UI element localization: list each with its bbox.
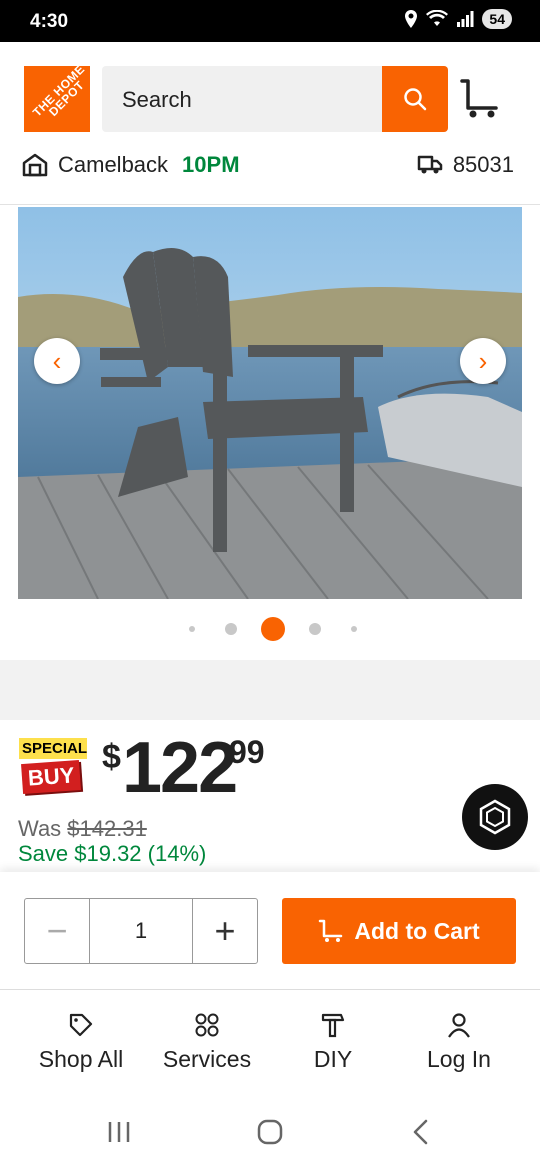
hexagon-assistant-icon [479, 799, 511, 835]
price-cents: 99 [229, 734, 265, 770]
nav-diy[interactable]: DIY [268, 1010, 398, 1073]
zip-code: 85031 [452, 152, 514, 177]
chair-photo-illustration [18, 207, 522, 599]
was-price: $142.31 [67, 816, 147, 841]
nav-services[interactable]: Services [142, 1010, 272, 1073]
grid-icon [195, 1013, 219, 1037]
nav-log-in[interactable]: Log In [394, 1010, 524, 1073]
increase-quantity-button[interactable]: + [193, 899, 257, 963]
logo-text: THE HOME DEPOT [29, 66, 88, 120]
search-icon [404, 88, 427, 111]
cart-icon [319, 919, 343, 942]
price-currency: $ [102, 738, 121, 776]
decrease-quantity-button[interactable]: − [25, 899, 89, 963]
product-image[interactable] [18, 207, 522, 599]
gallery-next-button[interactable]: › [460, 338, 506, 384]
gallery-dots [0, 617, 540, 641]
nav-shop-all-label: Shop All [38, 1046, 124, 1072]
store-selector[interactable]: Camelback 10PM [22, 152, 240, 178]
search-bar[interactable]: Search [102, 66, 448, 132]
app-header: THE HOME DEPOT Search Camelback 10PM 850… [0, 42, 540, 204]
nav-log-in-label: Log In [427, 1046, 491, 1072]
gallery-dot[interactable] [225, 623, 237, 635]
home-depot-logo[interactable]: THE HOME DEPOT [24, 66, 90, 132]
signal-icon [457, 11, 474, 27]
minus-icon: − [46, 910, 68, 951]
location-icon [405, 10, 418, 28]
search-button[interactable] [382, 66, 448, 132]
chevron-right-icon: › [478, 345, 488, 376]
buy-badge: BUY [21, 759, 82, 795]
store-hours: 10PM [182, 152, 240, 177]
status-time: 4:30 [30, 11, 69, 32]
gallery-prev-button[interactable]: ‹ [34, 338, 80, 384]
store-name: Camelback [58, 152, 169, 177]
special-badge: SPECIAL [19, 738, 87, 759]
back-icon[interactable] [410, 1119, 432, 1145]
price-dollars: 122 [122, 728, 238, 808]
add-to-cart-label: Add to Cart [354, 917, 480, 944]
add-to-cart-bar: − 1 + Add to Cart [0, 872, 540, 990]
was-price-line: Was $142.31 [18, 816, 147, 842]
nav-services-label: Services [162, 1046, 252, 1072]
wifi-icon [426, 10, 449, 26]
truck-icon [417, 155, 443, 174]
chevron-left-icon: ‹ [52, 345, 62, 376]
bottom-navigation: Shop All Services DIY Log In [0, 990, 540, 1090]
price-section: SPECIAL BUY $ 122 99 Was $142.31 Save $1… [0, 720, 540, 870]
tag-icon [69, 1013, 93, 1037]
recent-apps-icon[interactable] [106, 1120, 132, 1144]
quantity-stepper: − 1 + [24, 898, 258, 964]
section-divider [0, 660, 540, 720]
person-icon [448, 1013, 470, 1038]
gallery-dot[interactable] [309, 623, 321, 635]
gallery-dot-active[interactable] [261, 617, 285, 641]
cart-button[interactable] [458, 78, 502, 120]
cart-icon [460, 79, 498, 118]
assistant-button[interactable] [462, 784, 528, 850]
gallery-dot[interactable] [189, 626, 195, 632]
quantity-input[interactable]: 1 [89, 899, 193, 963]
search-input[interactable]: Search [122, 87, 192, 113]
product-gallery: ‹ › [0, 204, 540, 660]
store-icon [22, 153, 48, 177]
plus-icon: + [214, 910, 236, 951]
status-bar: 4:30 54 [0, 0, 540, 42]
add-to-cart-button[interactable]: Add to Cart [282, 898, 516, 964]
hammer-icon [321, 1013, 345, 1038]
battery-badge: 54 [482, 9, 512, 29]
gallery-dot[interactable] [351, 626, 357, 632]
home-icon[interactable] [257, 1119, 283, 1145]
was-label: Was [18, 816, 68, 841]
delivery-zip-selector[interactable]: 85031 [417, 152, 514, 178]
system-navigation-bar [0, 1096, 540, 1170]
savings-text: Save $19.32 (14%) [18, 841, 207, 866]
nav-shop-all[interactable]: Shop All [16, 1010, 146, 1073]
nav-diy-label: DIY [313, 1046, 353, 1072]
status-icons: 54 [404, 9, 512, 29]
